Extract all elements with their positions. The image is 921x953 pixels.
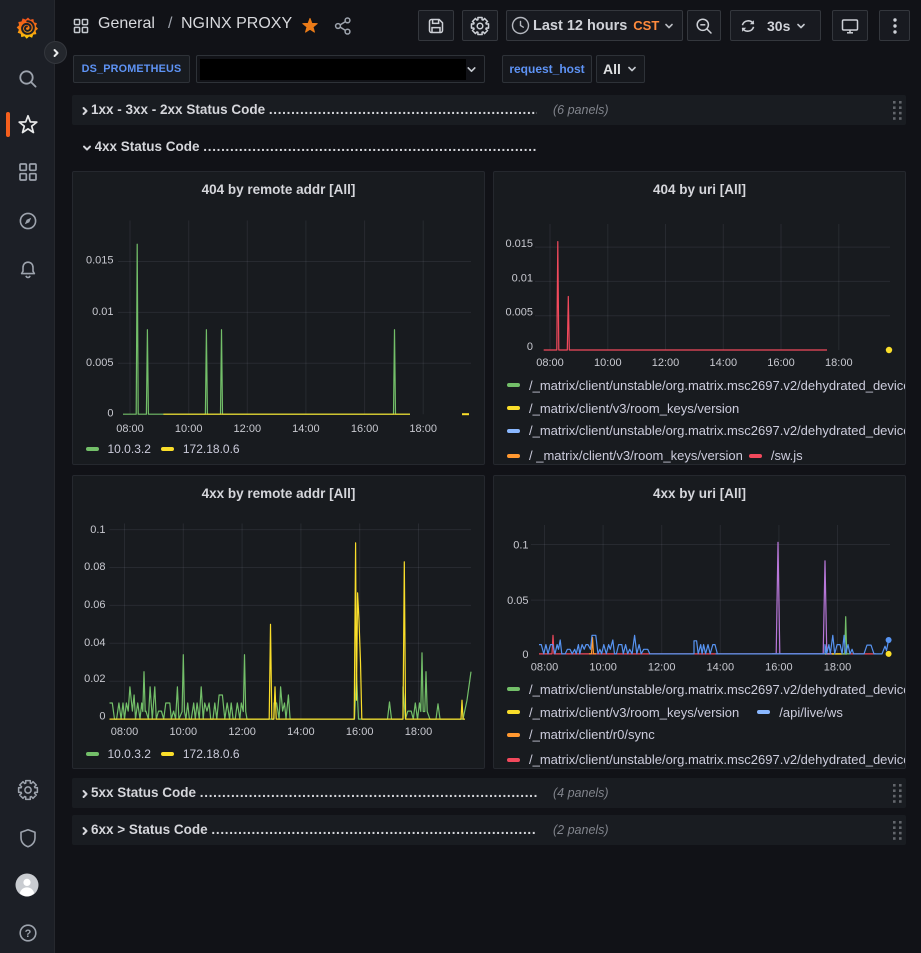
svg-text:?: ? xyxy=(25,928,32,940)
svg-text:0: 0 xyxy=(527,341,533,353)
svg-text:14:00: 14:00 xyxy=(707,661,735,673)
svg-text:0.06: 0.06 xyxy=(84,598,105,610)
svg-text:0.05: 0.05 xyxy=(507,595,528,607)
svg-text:10:00: 10:00 xyxy=(175,423,203,435)
svg-text:0.01: 0.01 xyxy=(92,306,113,318)
svg-text:0.01: 0.01 xyxy=(512,272,533,284)
svg-text:18:00: 18:00 xyxy=(825,357,853,369)
svg-text:14:00: 14:00 xyxy=(710,357,738,369)
svg-text:16:00: 16:00 xyxy=(346,726,374,738)
svg-text:08:00: 08:00 xyxy=(111,726,139,738)
svg-text:12:00: 12:00 xyxy=(228,726,256,738)
svg-text:0: 0 xyxy=(522,648,528,660)
svg-text:14:00: 14:00 xyxy=(292,423,320,435)
svg-text:0.015: 0.015 xyxy=(86,254,114,266)
svg-text:16:00: 16:00 xyxy=(765,661,793,673)
svg-text:0.08: 0.08 xyxy=(84,561,105,573)
svg-text:10:00: 10:00 xyxy=(594,357,622,369)
svg-text:0.015: 0.015 xyxy=(505,238,533,250)
svg-text:12:00: 12:00 xyxy=(234,423,262,435)
svg-text:10:00: 10:00 xyxy=(589,661,617,673)
svg-text:18:00: 18:00 xyxy=(405,726,433,738)
svg-text:12:00: 12:00 xyxy=(652,357,680,369)
svg-text:0.1: 0.1 xyxy=(513,539,528,551)
svg-text:0.02: 0.02 xyxy=(84,673,105,685)
svg-text:0.005: 0.005 xyxy=(505,306,533,318)
svg-text:0.04: 0.04 xyxy=(84,636,105,648)
svg-text:0.1: 0.1 xyxy=(90,523,105,535)
svg-text:08:00: 08:00 xyxy=(531,661,559,673)
svg-text:18:00: 18:00 xyxy=(824,661,852,673)
svg-text:08:00: 08:00 xyxy=(536,357,564,369)
svg-text:18:00: 18:00 xyxy=(409,423,437,435)
svg-text:16:00: 16:00 xyxy=(351,423,379,435)
svg-text:12:00: 12:00 xyxy=(648,661,676,673)
svg-text:14:00: 14:00 xyxy=(287,726,315,738)
svg-text:0: 0 xyxy=(99,710,105,722)
svg-text:0.005: 0.005 xyxy=(86,356,114,368)
svg-text:16:00: 16:00 xyxy=(767,357,795,369)
svg-text:0: 0 xyxy=(107,407,113,419)
svg-text:10:00: 10:00 xyxy=(170,726,198,738)
svg-text:08:00: 08:00 xyxy=(116,423,144,435)
